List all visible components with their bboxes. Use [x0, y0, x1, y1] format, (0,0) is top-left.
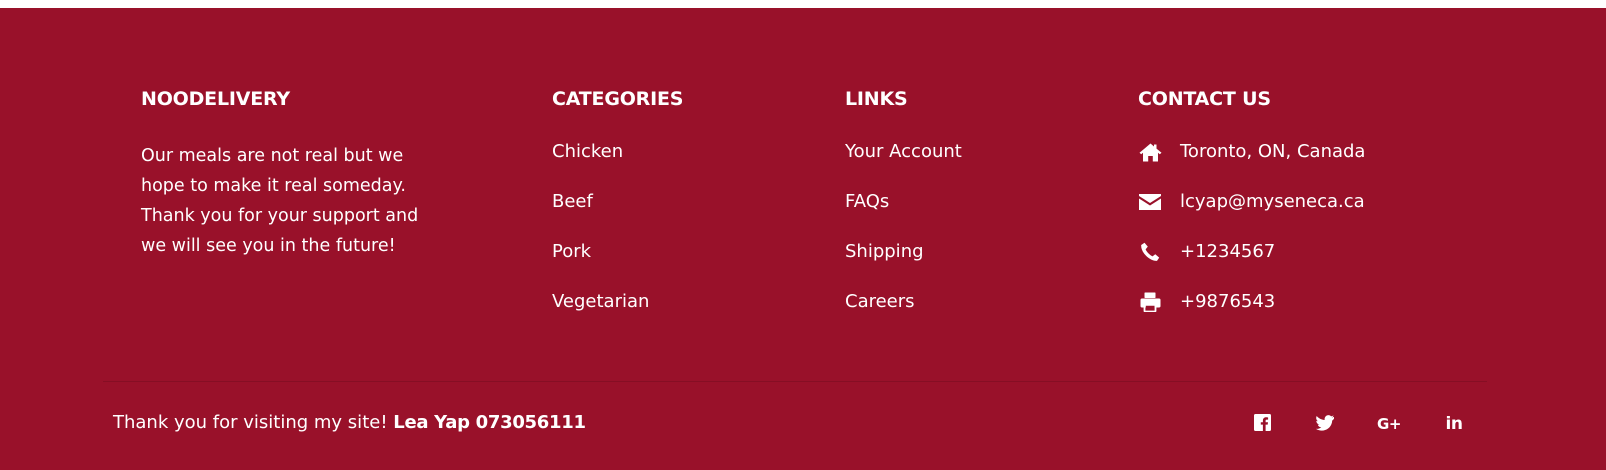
home-icon — [1138, 141, 1162, 163]
contact-list: Toronto, ON, Canada lcyap@myseneca.ca +1… — [1138, 141, 1538, 313]
category-link-vegetarian[interactable]: Vegetarian — [552, 291, 649, 312]
category-item-beef: Beef — [552, 191, 792, 213]
facebook-icon — [1253, 413, 1271, 435]
copyright-text: Thank you for visiting my site! Lea Yap … — [113, 412, 586, 434]
contact-address: Toronto, ON, Canada — [1138, 141, 1538, 163]
link-item-careers: Careers — [845, 291, 1085, 313]
about-text: Our meals are not real but we hope to ma… — [141, 146, 419, 256]
category-link-chicken[interactable]: Chicken — [552, 141, 623, 162]
envelope-icon — [1138, 191, 1162, 213]
phone-icon — [1138, 241, 1162, 263]
category-item-vegetarian: Vegetarian — [552, 291, 792, 313]
link-item-faqs: FAQs — [845, 191, 1085, 213]
google-plus-icon: G+ — [1377, 415, 1401, 433]
category-item-chicken: Chicken — [552, 141, 792, 163]
contact-email-text[interactable]: lcyap@myseneca.ca — [1180, 191, 1365, 213]
categories-list: Chicken Beef Pork Vegetarian — [552, 141, 792, 313]
contact-email: lcyap@myseneca.ca — [1138, 191, 1538, 213]
contact-fax: +9876543 — [1138, 291, 1538, 313]
contact-phone: +1234567 — [1138, 241, 1538, 263]
twitter-link[interactable] — [1313, 413, 1337, 435]
contact-fax-text: +9876543 — [1180, 291, 1276, 312]
social-links: G+ in — [1250, 413, 1490, 435]
thanks-text: Thank you for visiting my site! — [113, 412, 388, 433]
category-link-beef[interactable]: Beef — [552, 191, 593, 212]
contact-title: CONTACT US — [1138, 88, 1271, 110]
categories-column: CATEGORIES Chicken Beef Pork Vegetarian — [552, 88, 792, 341]
author-name: Lea Yap 073056111 — [393, 412, 586, 433]
link-item-account: Your Account — [845, 141, 1085, 163]
footer-divider — [103, 381, 1487, 382]
linkedin-icon: in — [1445, 414, 1463, 434]
contact-address-text: Toronto, ON, Canada — [1180, 141, 1366, 162]
links-title: LINKS — [845, 88, 908, 110]
linkedin-link[interactable]: in — [1442, 413, 1466, 435]
link-item-shipping: Shipping — [845, 241, 1085, 263]
contact-column: CONTACT US Toronto, ON, Canada lcyap@mys… — [1138, 88, 1538, 341]
google-plus-link[interactable]: G+ — [1377, 413, 1401, 435]
about-title: NOODELIVERY — [141, 88, 290, 110]
categories-title: CATEGORIES — [552, 88, 684, 110]
twitter-icon — [1315, 414, 1335, 435]
link-faqs[interactable]: FAQs — [845, 191, 889, 212]
about-column: NOODELIVERY Our meals are not real but w… — [141, 88, 441, 261]
link-careers[interactable]: Careers — [845, 291, 915, 312]
link-your-account[interactable]: Your Account — [845, 141, 962, 162]
category-item-pork: Pork — [552, 241, 792, 263]
links-list: Your Account FAQs Shipping Careers — [845, 141, 1085, 313]
category-link-pork[interactable]: Pork — [552, 241, 591, 262]
contact-phone-text[interactable]: +1234567 — [1180, 241, 1275, 263]
printer-icon — [1138, 291, 1162, 313]
links-column: LINKS Your Account FAQs Shipping Careers — [845, 88, 1085, 341]
link-shipping[interactable]: Shipping — [845, 241, 924, 262]
site-footer: NOODELIVERY Our meals are not real but w… — [0, 8, 1606, 470]
facebook-link[interactable] — [1250, 413, 1274, 435]
